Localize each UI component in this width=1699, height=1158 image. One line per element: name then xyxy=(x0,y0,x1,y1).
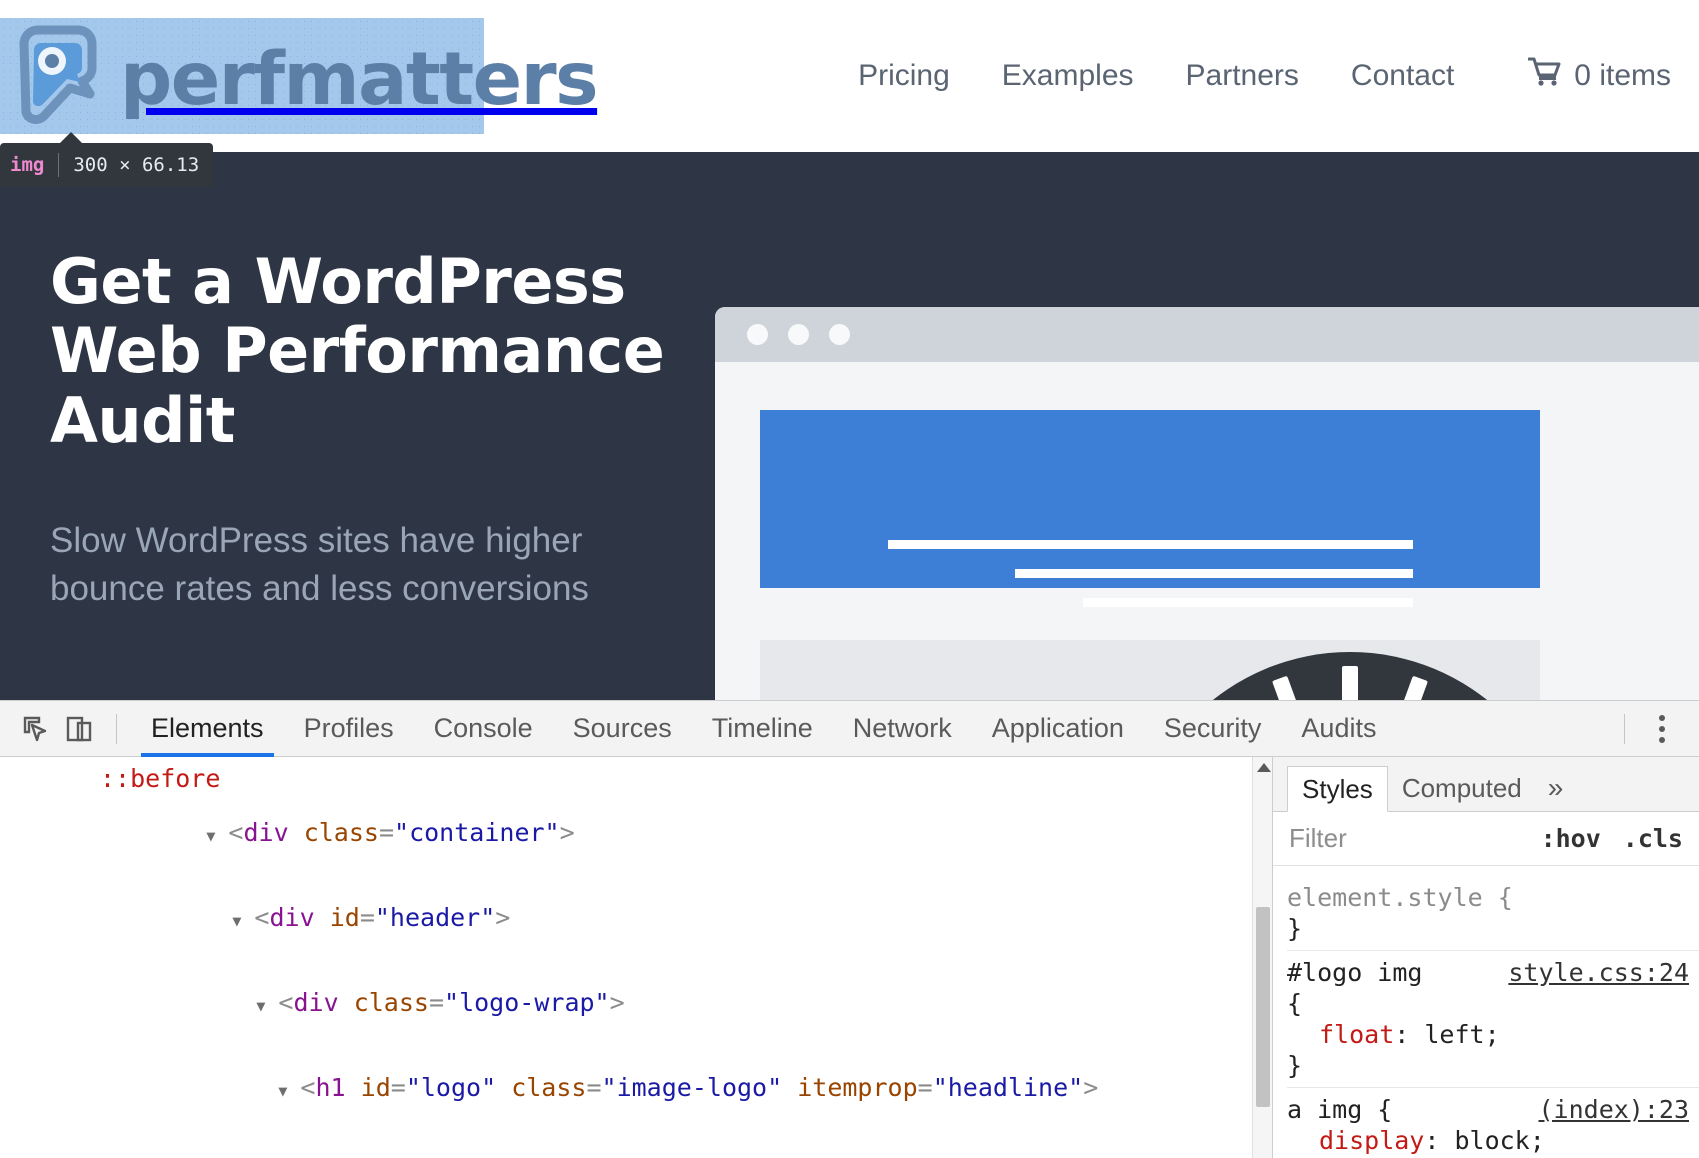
gauge-tick xyxy=(1272,676,1301,700)
tab-network[interactable]: Network xyxy=(833,701,972,757)
css-property[interactable]: display xyxy=(1287,1126,1424,1155)
cart-icon xyxy=(1528,57,1562,95)
css-declaration[interactable]: float: left; xyxy=(1287,1019,1699,1050)
mockup-dot xyxy=(788,324,809,345)
hero-section: Get a WordPress Web Performance Audit Sl… xyxy=(0,152,1699,700)
perfmatters-logo-icon xyxy=(6,24,110,128)
gauge-tick xyxy=(1342,666,1358,700)
hero-text-block: Get a WordPress Web Performance Audit Sl… xyxy=(50,247,700,612)
logo-wordmark: perfmatters xyxy=(120,43,597,116)
mockup-body xyxy=(715,362,1699,700)
expand-arrow-icon[interactable] xyxy=(256,989,278,1020)
kebab-dot xyxy=(1659,737,1665,743)
css-rules-list: element.style { } #logo img style.css:24… xyxy=(1273,866,1699,1158)
device-toolbar-icon[interactable] xyxy=(58,709,102,749)
devtools-body: ::before <div class="container"> <div id… xyxy=(0,757,1699,1158)
mockup-text-line xyxy=(888,540,1413,549)
css-property[interactable]: float xyxy=(1287,1020,1394,1049)
nav-item-examples[interactable]: Examples xyxy=(976,59,1160,93)
kebab-dot xyxy=(1659,726,1665,732)
inspector-tooltip-dimensions: 300 × 66.13 xyxy=(73,154,199,176)
devtools-panel: Elements Profiles Console Sources Timeli… xyxy=(0,700,1699,1158)
tab-styles[interactable]: Styles xyxy=(1287,766,1388,812)
tab-application[interactable]: Application xyxy=(972,701,1144,757)
primary-navigation: Pricing Examples Partners Contact 0 item… xyxy=(832,0,1699,152)
mockup-dot xyxy=(747,324,768,345)
css-rule-close: } xyxy=(1287,1050,1699,1081)
inspector-tooltip: img 300 × 66.13 xyxy=(0,143,213,187)
kebab-dot xyxy=(1659,715,1665,721)
nav-item-pricing[interactable]: Pricing xyxy=(832,59,976,93)
nav-item-contact[interactable]: Contact xyxy=(1325,59,1480,93)
site-logo-link[interactable]: perfmatters xyxy=(6,24,476,128)
mockup-text-line xyxy=(1015,569,1413,578)
css-selector[interactable]: a img { xyxy=(1287,1095,1392,1124)
css-rule-logo-img[interactable]: #logo img style.css:24 { float: left; } xyxy=(1287,950,1699,1087)
css-value[interactable]: left; xyxy=(1424,1020,1499,1049)
css-source-link[interactable]: style.css:24 xyxy=(1508,957,1699,988)
css-rule-element-style[interactable]: element.style { } xyxy=(1287,876,1699,950)
css-selector[interactable]: #logo img xyxy=(1287,958,1422,987)
website-page: perfmatters img 300 × 66.13 Pricing Exam… xyxy=(0,0,1699,700)
expand-arrow-icon[interactable] xyxy=(278,1074,300,1105)
mockup-text-line xyxy=(1083,598,1413,607)
tab-sources[interactable]: Sources xyxy=(553,701,692,757)
devtools-toolbar: Elements Profiles Console Sources Timeli… xyxy=(0,701,1699,757)
inspect-element-icon[interactable] xyxy=(14,709,58,749)
css-rule-a-img[interactable]: a img { (index):23 display: block; } xyxy=(1287,1087,1699,1158)
tab-elements[interactable]: Elements xyxy=(131,701,284,757)
tab-audits[interactable]: Audits xyxy=(1281,701,1396,757)
css-selector[interactable]: element.style { xyxy=(1287,882,1699,913)
expand-arrow-icon[interactable] xyxy=(232,904,254,935)
hero-heading: Get a WordPress Web Performance Audit xyxy=(50,247,700,455)
browser-mockup-illustration xyxy=(715,307,1699,700)
scroll-up-arrow-icon[interactable] xyxy=(1257,763,1271,772)
class-editor-toggle[interactable]: .cls xyxy=(1623,824,1683,853)
gauge-tick xyxy=(1399,676,1428,700)
more-options-icon[interactable] xyxy=(1639,706,1685,752)
mockup-titlebar xyxy=(715,307,1699,362)
hover-state-toggle[interactable]: :hov xyxy=(1541,824,1601,853)
styles-pane-tabs: Styles Computed » xyxy=(1273,757,1699,812)
hero-subheading: Slow WordPress sites have higher bounce … xyxy=(50,517,700,612)
styles-filter-row: Filter :hov .cls xyxy=(1273,812,1699,866)
tab-console[interactable]: Console xyxy=(414,701,553,757)
dom-line-h1-logo[interactable]: <h1 id="logo" class="image-logo" itempro… xyxy=(0,1047,1272,1132)
cart-link[interactable]: 0 items xyxy=(1480,57,1671,95)
css-rule-close: } xyxy=(1287,913,1699,944)
dom-line-anchor[interactable]: <a href="https://perfmatters.io"> xyxy=(0,1132,1272,1158)
mockup-banner xyxy=(760,410,1540,588)
css-source-link[interactable]: (index):23 xyxy=(1538,1094,1699,1125)
toolbar-divider xyxy=(116,714,117,744)
dom-line-pseudo[interactable]: ::before xyxy=(0,765,1272,792)
site-header: perfmatters img 300 × 66.13 Pricing Exam… xyxy=(0,0,1699,152)
devtools-tabs: Elements Profiles Console Sources Timeli… xyxy=(131,701,1396,757)
dom-scrollbar[interactable] xyxy=(1252,757,1272,1158)
styles-filter-input[interactable]: Filter xyxy=(1289,823,1519,854)
more-tabs-icon[interactable]: » xyxy=(1536,765,1576,811)
tab-profiles[interactable]: Profiles xyxy=(284,701,414,757)
inspector-tooltip-tag: img xyxy=(10,154,44,176)
mockup-dot xyxy=(829,324,850,345)
dom-tree[interactable]: ::before <div class="container"> <div id… xyxy=(0,757,1272,1158)
tab-timeline[interactable]: Timeline xyxy=(692,701,833,757)
css-value[interactable]: block; xyxy=(1454,1126,1544,1155)
scrollbar-thumb[interactable] xyxy=(1256,907,1270,1107)
inspector-tooltip-divider xyxy=(58,153,59,177)
tab-security[interactable]: Security xyxy=(1144,701,1282,757)
dom-line-header[interactable]: <div id="header"> xyxy=(0,877,1272,962)
css-declaration[interactable]: display: block; xyxy=(1287,1125,1699,1156)
pseudo-before-text: ::before xyxy=(100,764,220,793)
styles-pane: Styles Computed » Filter :hov .cls eleme… xyxy=(1272,757,1699,1158)
cart-item-count: 0 items xyxy=(1574,59,1671,93)
toolbar-divider xyxy=(1624,714,1625,744)
toolbar-right-group xyxy=(1610,706,1685,752)
tab-computed[interactable]: Computed xyxy=(1388,765,1536,811)
css-rule-open: { xyxy=(1287,988,1699,1019)
dom-line-container[interactable]: <div class="container"> xyxy=(0,792,1272,877)
nav-item-partners[interactable]: Partners xyxy=(1160,59,1325,93)
dom-line-logo-wrap[interactable]: <div class="logo-wrap"> xyxy=(0,962,1272,1047)
expand-arrow-icon[interactable] xyxy=(206,819,228,850)
